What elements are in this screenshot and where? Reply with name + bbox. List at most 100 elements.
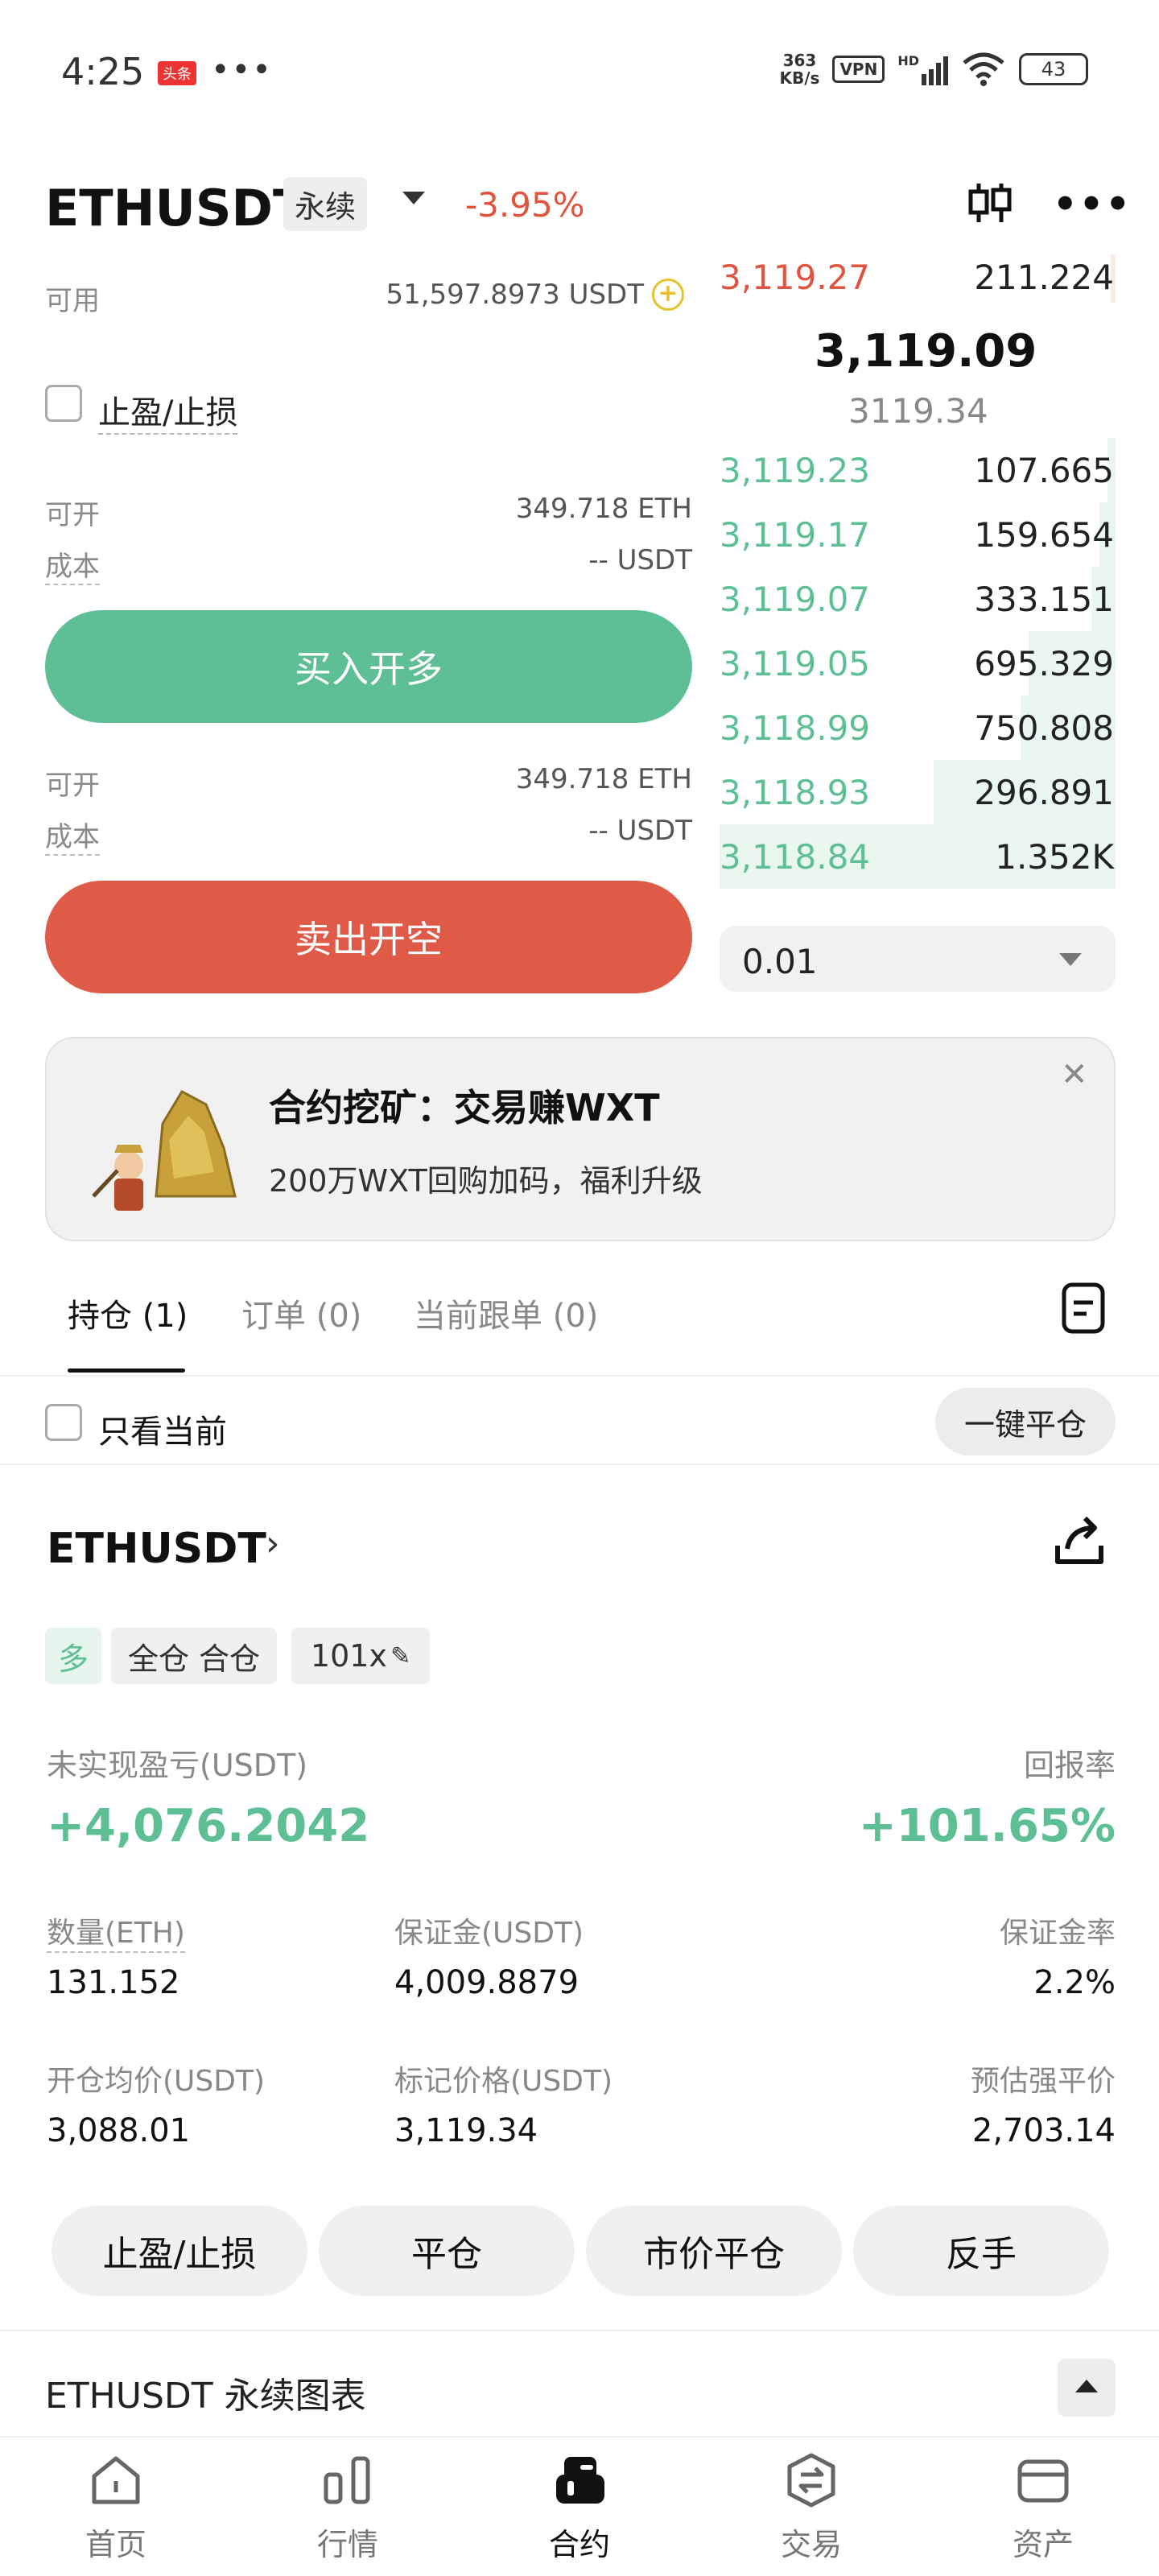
margin-ratio-value: 2.2% (1033, 1964, 1116, 2001)
chart-section-title[interactable]: ETHUSDT 永续图表 (45, 2367, 366, 2418)
only-current-checkbox[interactable] (45, 1404, 82, 1441)
market-close-button[interactable]: 市价平仓 (586, 2206, 842, 2296)
wallet-icon (1017, 2459, 1069, 2503)
margin-mode-badge: 全仓 合仓 (111, 1628, 277, 1684)
home-icon (92, 2456, 140, 2504)
tab-orders[interactable]: 订单 (0) (241, 1290, 361, 1336)
liq-price-value: 2,703.14 (971, 2112, 1116, 2149)
mark-price-value: 3,119.34 (394, 2112, 538, 2149)
buy-long-button[interactable]: 买入开多 (45, 610, 692, 723)
available-value: 51,597.8973 USDT (386, 279, 644, 311)
nav-assets[interactable]: 资产 (963, 2450, 1124, 2564)
bid-qty: 159.654 (974, 515, 1114, 555)
chevron-down-icon[interactable] (402, 192, 425, 204)
nav-futures[interactable]: 合约 (499, 2450, 660, 2564)
only-current-label[interactable]: 只看当前 (98, 1406, 227, 1452)
add-funds-icon[interactable]: + (652, 279, 684, 311)
close-all-button[interactable]: 一键平仓 (935, 1388, 1116, 1455)
depth-step-value: 0.01 (742, 942, 818, 981)
more-icon[interactable]: ••• (1053, 182, 1132, 227)
price-change: -3.95% (465, 185, 585, 225)
qty-label: 数量(ETH) (47, 1909, 185, 1953)
futures-icon (556, 2457, 604, 2504)
tab-positions[interactable]: 持仓 (1) (68, 1290, 188, 1336)
gold-miner-icon (92, 1090, 237, 1211)
entry-price-label: 开仓均价(USDT) (47, 2065, 266, 2098)
leverage-value: 101x (310, 1638, 387, 1674)
long-cost-label: 成本 (45, 544, 100, 585)
hd-label: HD (897, 53, 919, 68)
mark-price-label: 标记价格(USDT) (394, 2065, 613, 2098)
bid-qty: 1.352K (995, 837, 1114, 877)
share-icon[interactable] (1050, 1513, 1109, 1570)
tpsl-button[interactable]: 止盈/止损 (52, 2206, 307, 2296)
long-cost-value: -- USDT (588, 544, 692, 576)
bid-qty: 333.151 (974, 580, 1114, 619)
vpn-indicator: VPN (832, 56, 885, 83)
tab-active-indicator (68, 1368, 185, 1373)
nav-home[interactable]: 首页 (35, 2450, 196, 2564)
trade-icon (787, 2453, 835, 2508)
divider (0, 1463, 1159, 1465)
battery-icon: 43 (1019, 53, 1088, 85)
divider (0, 1375, 1159, 1377)
signal-icon: HD (897, 53, 948, 85)
nav-label: 交易 (780, 2527, 842, 2562)
bid-qty: 296.891 (974, 773, 1114, 812)
close-position-button[interactable]: 平仓 (319, 2206, 575, 2296)
nav-market[interactable]: 行情 (267, 2450, 428, 2564)
bid-qty: 750.808 (974, 708, 1114, 748)
bid-price[interactable]: 3,119.05 (720, 644, 870, 683)
tab-copy-orders[interactable]: 当前跟单 (0) (414, 1290, 598, 1336)
bid-price[interactable]: 3,118.99 (720, 708, 870, 748)
market-icon (324, 2456, 370, 2504)
candlestick-icon[interactable] (966, 179, 1014, 227)
chevron-down-icon[interactable] (1059, 953, 1082, 966)
app-badge: 头条 (158, 61, 196, 85)
available-label: 可用 (45, 285, 100, 317)
pair-title[interactable]: ETHUSDT (45, 179, 307, 237)
edit-icon: ✎ (390, 1641, 411, 1670)
reverse-button[interactable]: 反手 (853, 2206, 1109, 2296)
tpsl-label[interactable]: 止盈/止损 (98, 386, 238, 435)
margin-label: 保证金(USDT) (394, 1917, 584, 1950)
short-cost-label: 成本 (45, 815, 100, 856)
ask-price[interactable]: 3,119.27 (720, 258, 870, 297)
short-cost-value: -- USDT (588, 815, 692, 847)
nav-trade[interactable]: 交易 (731, 2450, 892, 2564)
chevron-right-icon[interactable]: › (266, 1523, 280, 1564)
qty-value: 131.152 (47, 1964, 180, 2001)
last-price[interactable]: 3,119.09 (815, 325, 1037, 378)
bid-qty: 107.665 (974, 451, 1114, 490)
sell-short-button[interactable]: 卖出开空 (45, 881, 692, 993)
position-pair[interactable]: ETHUSDT (47, 1525, 266, 1573)
bid-price[interactable]: 3,119.17 (720, 515, 870, 555)
nav-label: 合约 (548, 2527, 610, 2562)
short-open-label: 可开 (45, 770, 100, 802)
side-badge: 多 (45, 1628, 101, 1684)
leverage-badge[interactable]: 101x ✎ (291, 1628, 430, 1684)
pnl-label: 未实现盈亏(USDT) (47, 1748, 308, 1783)
pnl-value: +4,076.2042 (47, 1800, 370, 1852)
bid-qty: 695.329 (974, 644, 1114, 683)
tpsl-checkbox[interactable] (45, 385, 82, 422)
records-icon[interactable] (1061, 1282, 1106, 1335)
ask-qty: 211.224 (974, 258, 1114, 297)
close-icon[interactable]: ✕ (1061, 1056, 1088, 1093)
mark-price: 3119.34 (848, 391, 988, 431)
margin-value: 4,009.8879 (394, 1964, 580, 2001)
wifi-icon (963, 52, 1004, 86)
status-dots: ••• (211, 52, 273, 89)
chevron-up-icon[interactable] (1058, 2359, 1116, 2417)
entry-price-value: 3,088.01 (47, 2112, 191, 2149)
roe-value: +101.65% (858, 1800, 1116, 1852)
banner-title: 合约挖矿：交易赚WXT (269, 1086, 660, 1129)
banner-subtitle: 200万WXT回购加码，福利升级 (269, 1163, 703, 1199)
nav-label: 行情 (316, 2527, 378, 2562)
net-speed-value: 363 (782, 51, 817, 70)
bid-price[interactable]: 3,119.23 (720, 451, 870, 490)
margin-ratio-label: 保证金率 (999, 1917, 1116, 1950)
bid-price[interactable]: 3,118.93 (720, 773, 870, 812)
bid-price[interactable]: 3,118.84 (720, 837, 870, 877)
bid-price[interactable]: 3,119.07 (720, 580, 870, 619)
